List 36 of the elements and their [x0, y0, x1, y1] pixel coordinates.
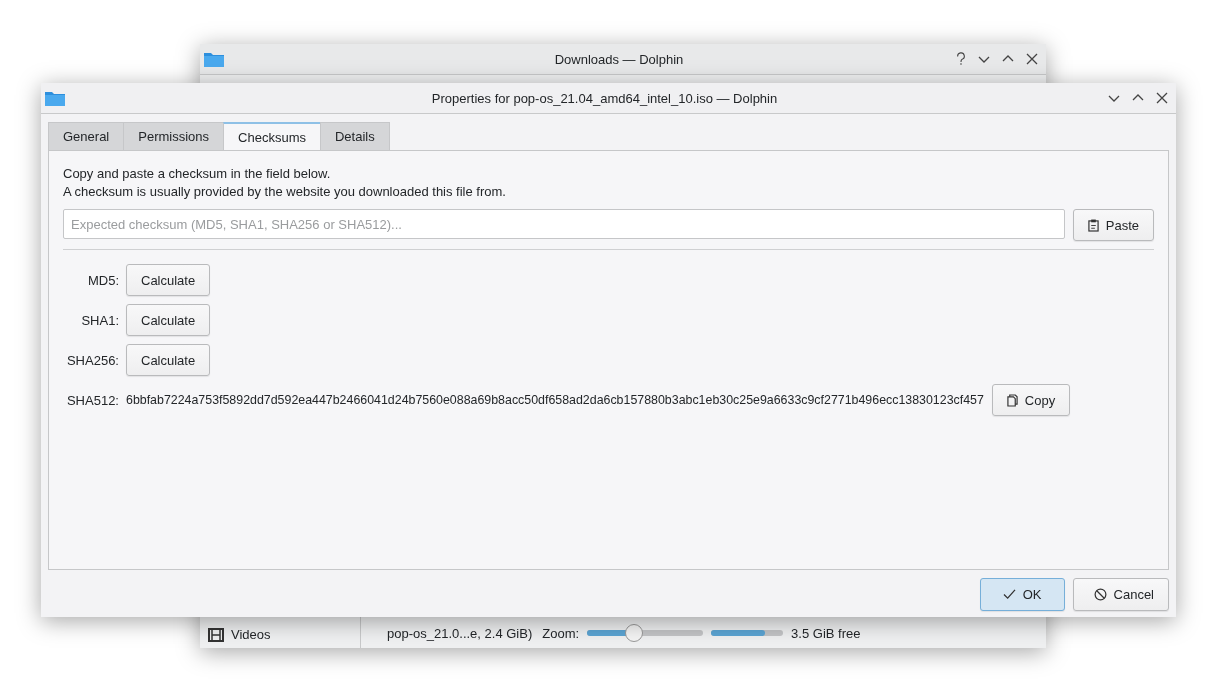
checksum-input-field[interactable]: Expected checksum (MD5, SHA1, SHA256 or SHA512)... [63, 209, 1065, 239]
copy-button[interactable]: Copy [991, 384, 1071, 416]
copy-icon [1006, 393, 1018, 407]
intro-text: Copy and paste a checksum in the field below. [63, 165, 332, 183]
calculate-button[interactable]: Calculate [126, 264, 211, 296]
free-space-text: 3.5 GiB free [791, 625, 861, 641]
checksum-value: 6bbfab7224a753f5892dd7d592ea447b2466041d24b7560e088a69b8acc50df658ad2da6cb157880b3abc1eb30c25e9a6633c9cf2771b496ecc13830123cf457 [126, 393, 984, 407]
zoom-slider[interactable] [587, 624, 704, 642]
folder-icon [204, 51, 224, 67]
tab[interactable]: Permissions [123, 122, 225, 150]
tab[interactable]: Details [319, 122, 390, 150]
paste-button[interactable]: Paste [1072, 209, 1154, 241]
slider-handle[interactable] [624, 624, 643, 642]
algorithm-label: MD5: [86, 272, 119, 288]
ok-button[interactable]: OK [979, 578, 1065, 611]
clipboard-icon [1087, 218, 1099, 232]
status-text: pop-os_21.0...e, 2.4 GiB) [387, 625, 533, 641]
tab[interactable]: General [48, 122, 125, 150]
folder-icon [45, 90, 65, 106]
cancel-icon [1093, 588, 1107, 601]
close-icon[interactable] [1156, 92, 1168, 104]
window-title: Properties for pop-os_21.04_amd64_intel_10.iso — Dolphin [430, 90, 779, 106]
places-item[interactable]: Videos [200, 625, 360, 644]
cancel-button[interactable]: Cancel [1072, 578, 1169, 611]
help-icon[interactable] [956, 52, 966, 66]
calculate-button[interactable]: Calculate [126, 344, 211, 376]
algorithm-label: SHA256: [65, 352, 119, 368]
close-icon[interactable] [1026, 53, 1038, 65]
calculate-button[interactable]: Calculate [126, 304, 211, 336]
checkmark-icon [1002, 589, 1016, 600]
algorithm-label: SHA1: [80, 312, 119, 328]
window-title: Downloads — Dolphin [553, 51, 685, 67]
algorithm-label: SHA512: [65, 392, 119, 408]
film-icon [208, 627, 224, 642]
intro-text: A checksum is usually provided by the website you downloaded this file from. [63, 183, 507, 201]
zoom-label: Zoom: [542, 625, 580, 641]
